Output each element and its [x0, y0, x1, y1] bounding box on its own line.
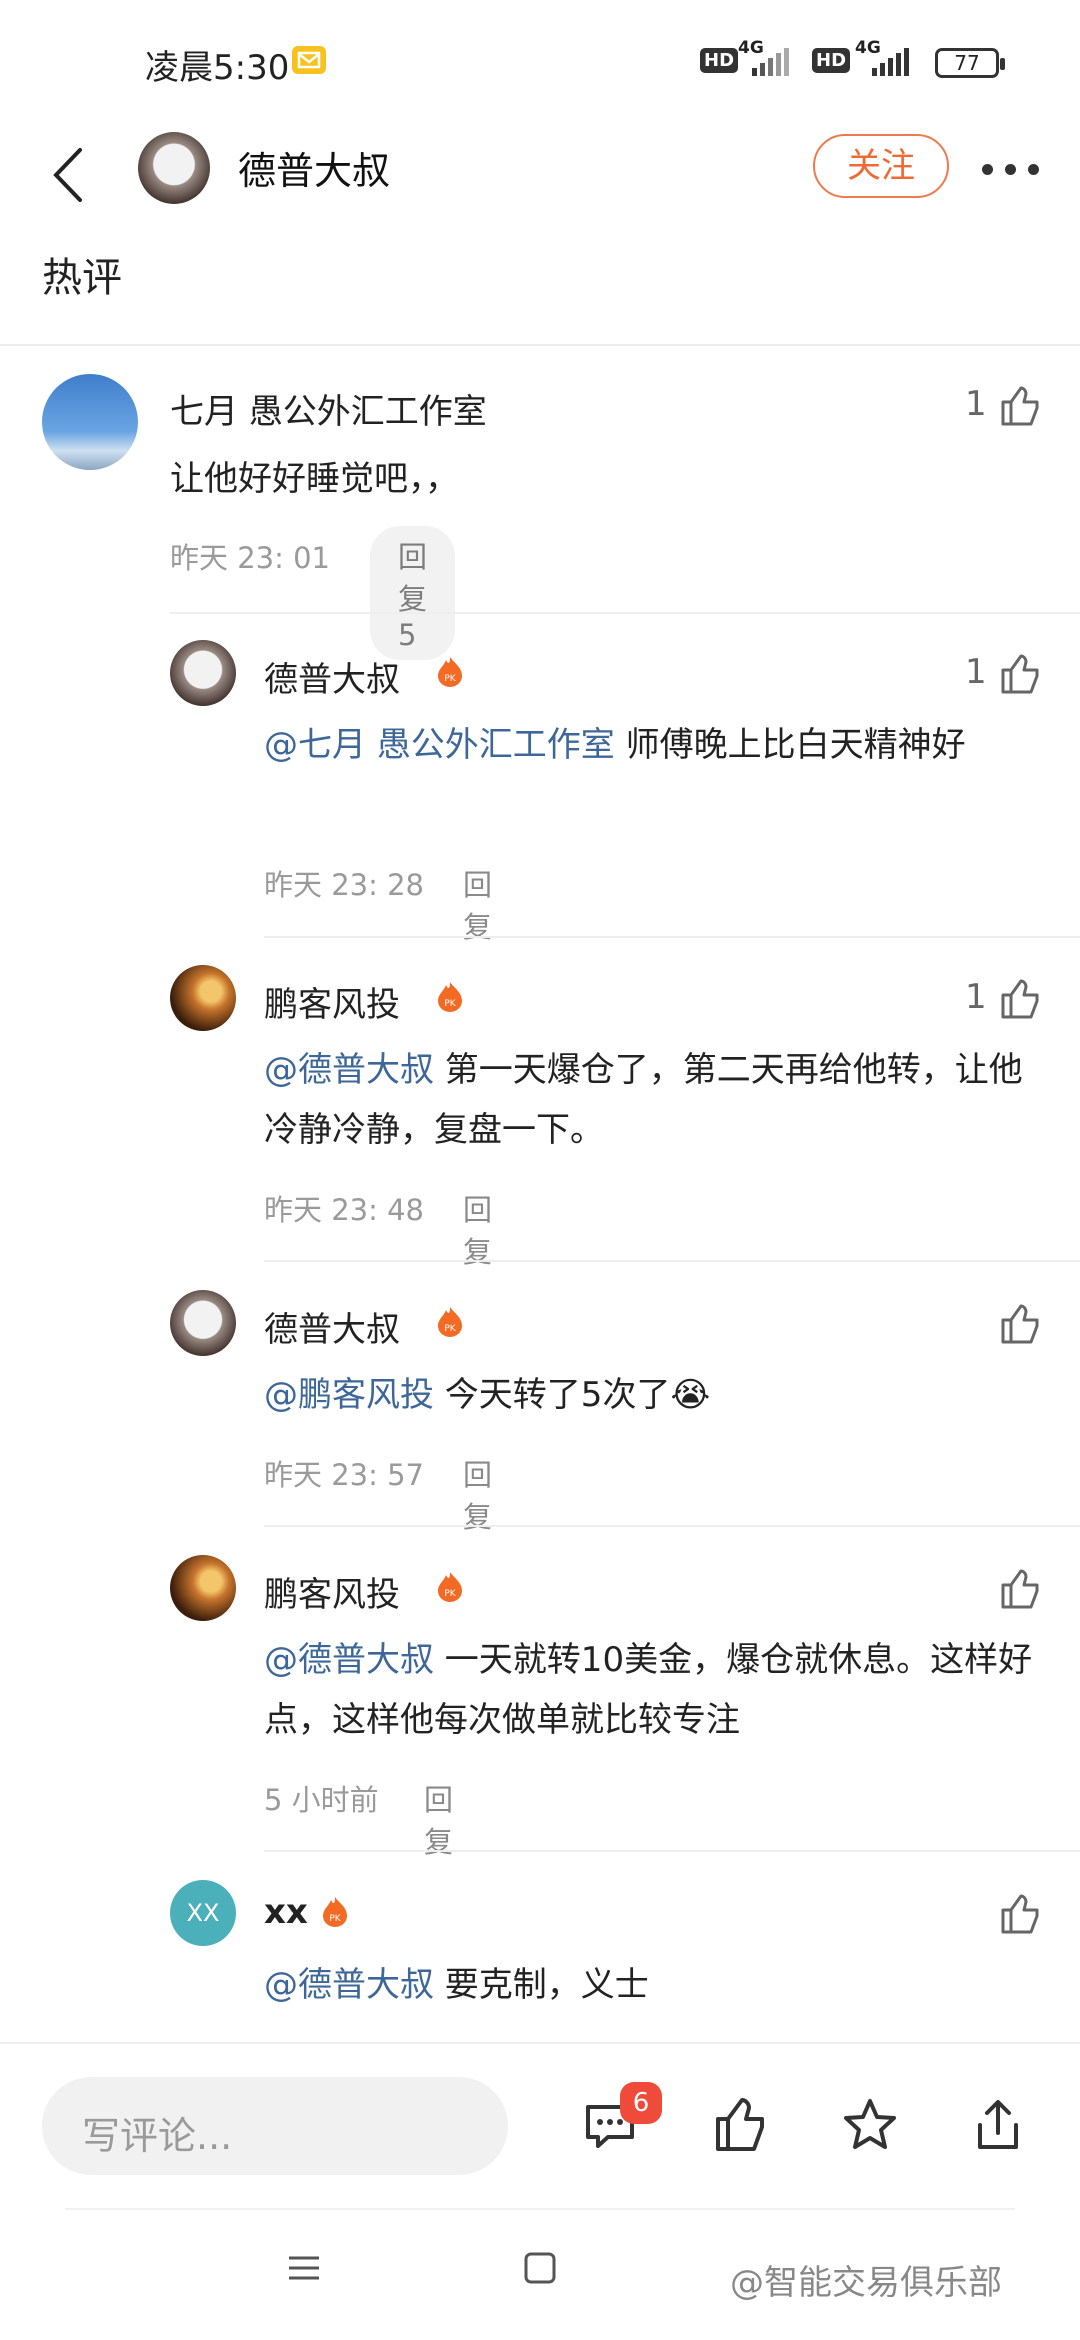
comment-text: @德普大叔 一天就转10美金，爆仓就休息。这样好点，这样他每次做单就比较专注 [264, 1630, 1044, 1750]
comment-text: @鹏客风投 今天转了5次了😭 [264, 1365, 1044, 1425]
pk-badge-icon: PK [438, 1572, 462, 1602]
commenter-name[interactable]: xx [264, 1892, 308, 1932]
reply-count-button[interactable]: 回复5 [370, 526, 456, 660]
commenter-avatar[interactable]: XX [170, 1880, 236, 1946]
reply-button[interactable]: 回复 [463, 862, 492, 946]
comment-text: @德普大叔 第一天爆仓了，第二天再给他转，让他冷静冷静，复盘一下。 [264, 1040, 1044, 1160]
comment-body: 今天转了5次了😭 [434, 1375, 711, 1415]
comment-time: 昨天 23: 57 [264, 1458, 425, 1492]
like-icon[interactable] [710, 2095, 770, 2155]
mention-link[interactable]: @德普大叔 [264, 1640, 434, 1680]
comment-input[interactable]: 写评论... [42, 2077, 508, 2175]
follow-button[interactable]: 关注 [813, 134, 949, 198]
signal-icon-2 [872, 48, 909, 76]
battery-indicator: 77 [935, 48, 1005, 78]
like-icon[interactable] [997, 384, 1041, 428]
divider [0, 2042, 1080, 2044]
share-icon[interactable] [968, 2095, 1028, 2155]
author-avatar[interactable] [138, 132, 210, 204]
commenter-name[interactable]: 德普大叔 [264, 652, 400, 701]
mail-notification-icon [292, 46, 326, 74]
comment-body: 师傅晚上比白天精神好 [614, 725, 966, 765]
svg-text:PK: PK [329, 1914, 341, 1924]
comment-text: 让他好好睡觉吧，， [170, 459, 459, 499]
reply-button[interactable]: 回复 [463, 1187, 492, 1271]
svg-text:PK: PK [444, 999, 456, 1009]
commenter-avatar[interactable] [170, 1290, 236, 1356]
comment-text: @德普大叔 要克制，义士 [264, 1955, 1044, 2015]
comment-body: 要克制，义士 [434, 1965, 649, 2005]
comment-input-placeholder: 写评论... [82, 2114, 233, 2158]
comment-time: 昨天 23: 28 [264, 868, 425, 902]
divider [264, 936, 1080, 938]
mention-link[interactable]: @鹏客风投 [264, 1375, 434, 1415]
hd-icon-2: HD [812, 48, 851, 73]
hd-icon: HD [700, 48, 739, 73]
divider [264, 1850, 1080, 1852]
commenter-name[interactable]: 鹏客风投 [264, 1567, 400, 1616]
pk-badge-icon: PK [438, 982, 462, 1012]
pk-badge-icon: PK [438, 1307, 462, 1337]
page-header: 德普大叔 关注 [0, 120, 1080, 230]
like-count: 1 [965, 384, 987, 424]
like-icon[interactable] [997, 1302, 1041, 1346]
svg-text:PK: PK [444, 1324, 456, 1334]
more-options-icon[interactable] [982, 160, 1042, 180]
pk-badge-icon: PK [438, 657, 462, 687]
commenter-name[interactable]: 德普大叔 [264, 1302, 400, 1351]
pk-badge-icon: PK [323, 1897, 347, 1927]
mention-link[interactable]: @七月 愚公外汇工作室 [264, 725, 615, 765]
signal-icon [752, 48, 789, 76]
divider [0, 344, 1080, 346]
like-icon[interactable] [997, 652, 1041, 696]
svg-text:PK: PK [444, 674, 456, 684]
comment-text: @七月 愚公外汇工作室 师傅晚上比白天精神好 [264, 715, 1044, 775]
mention-link[interactable]: @德普大叔 [264, 1050, 434, 1090]
status-bar: 凌晨5:30 HD 4G HD 4G 77 [0, 0, 1080, 120]
divider [264, 1260, 1080, 1262]
comment-count-badge: 6 [620, 2082, 662, 2124]
home-icon[interactable] [522, 2250, 558, 2286]
commenter-avatar[interactable] [42, 374, 138, 470]
commenter-name[interactable]: 鹏客风投 [264, 977, 400, 1026]
like-icon[interactable] [997, 1892, 1041, 1936]
commenter-avatar[interactable] [170, 640, 236, 706]
commenter-avatar[interactable] [170, 965, 236, 1031]
status-time: 凌晨5:30 [145, 48, 290, 88]
menu-icon[interactable] [286, 2250, 322, 2286]
like-icon[interactable] [997, 1567, 1041, 1611]
back-arrow-icon[interactable] [50, 140, 90, 210]
comment-time: 昨天 23: 01 [170, 541, 331, 575]
mention-link[interactable]: @德普大叔 [264, 1965, 434, 2005]
divider [264, 1525, 1080, 1527]
page-title: 德普大叔 [238, 149, 391, 193]
svg-text:PK: PK [444, 1589, 456, 1599]
commenter-name[interactable]: 七月 愚公外汇工作室 [170, 384, 487, 433]
commenter-avatar[interactable] [170, 1555, 236, 1621]
like-count: 1 [965, 977, 987, 1017]
divider [170, 612, 1080, 614]
section-title: 热评 [42, 255, 122, 301]
reply-button[interactable]: 回复 [424, 1777, 453, 1861]
like-count: 1 [965, 652, 987, 692]
watermark: @智能交易俱乐部 [730, 2263, 1002, 2303]
comment-time: 昨天 23: 48 [264, 1193, 425, 1227]
divider [65, 2208, 1015, 2210]
like-icon[interactable] [997, 977, 1041, 1021]
star-icon[interactable] [840, 2095, 900, 2155]
reply-button[interactable]: 回复 [463, 1452, 492, 1536]
comment-time: 5 小时前 [264, 1783, 379, 1817]
